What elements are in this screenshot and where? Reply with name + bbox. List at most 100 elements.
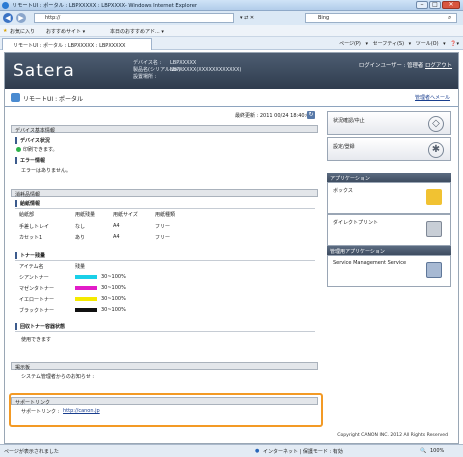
device-name-label: デバイス名 : <box>133 60 162 66</box>
address-bar: ◀ ▶ http:// ▾ ⇄ ✕ Bing ⌕ <box>0 11 463 25</box>
support-highlight-box <box>9 393 323 427</box>
star-icon[interactable]: ★ <box>3 28 7 34</box>
toner-name: ブラックトナー <box>19 308 55 314</box>
paper-cell: フリー <box>155 224 171 230</box>
device-name-value: LBPXXXXX <box>170 60 197 66</box>
refresh-icon[interactable]: ↻ <box>307 111 315 119</box>
product-value: LBPXXXXX(XXXXXXXXXXXX) <box>170 67 242 73</box>
toner-level: 30~100% <box>101 274 126 280</box>
maximize-button[interactable]: □ <box>429 1 441 9</box>
mgmt-apps-heading: 管理用アプリケーション <box>327 246 451 255</box>
settings-icon: ✱ <box>428 142 444 158</box>
consumables-heading: 消耗品情報 <box>11 189 318 198</box>
paper-cell: あり <box>75 235 86 241</box>
canon-header: Satera デバイス名 : LBPXXXXX 製品名(シリアルNo.) :LBP… <box>5 53 458 89</box>
window-title: リモートUI : ポータル : LBPXXXXX : LBPXXXX- Wind… <box>12 3 198 9</box>
box-button[interactable]: ボックス <box>327 182 451 214</box>
toner-name: マゼンタトナー <box>19 286 55 292</box>
paper-cell: 手差しトレイ <box>19 224 50 230</box>
status-monitor-icon: ◇ <box>428 116 444 132</box>
paper-cell: なし <box>75 224 86 230</box>
toner-title: トナー残量 <box>15 252 45 259</box>
yellow-toner-bar <box>75 297 97 301</box>
address-tools-icon[interactable]: ▾ ⇄ ✕ <box>240 15 254 21</box>
page-title: リモートUI : ポータル <box>23 96 83 103</box>
command-menu[interactable]: ページ(P) ▾ セーフティ(S) ▾ ツール(O) ▾ ❓▾ <box>339 40 459 47</box>
copyright: Copyright CANON INC. 2012 All Rights Res… <box>337 433 448 438</box>
divider <box>15 208 315 209</box>
paper-cell: A4 <box>113 223 120 229</box>
cyan-toner-bar <box>75 275 97 279</box>
zoom-level[interactable]: 100% <box>430 448 444 454</box>
device-status-title: デバイス状況 <box>15 137 50 144</box>
sms-button[interactable]: Service Management Service <box>327 255 451 287</box>
minimize-button[interactable]: – <box>416 1 428 9</box>
favorites-bar: ★ お気に入り おすすめサイト ▾ 本日のおすすめアド... ▾ <box>0 25 463 37</box>
search-icon[interactable]: ⌕ <box>448 14 451 22</box>
close-button[interactable]: ✕ <box>442 1 460 9</box>
paper-cell: A4 <box>113 234 120 240</box>
page-content: Satera デバイス名 : LBPXXXXX 製品名(シリアルNo.) :LBP… <box>4 52 459 444</box>
divider <box>15 331 315 332</box>
back-icon[interactable]: ◀ <box>3 13 13 23</box>
device-info-header: デバイス名 : LBPXXXXX 製品名(シリアルNo.) :LBPXXXXX(X… <box>133 60 241 81</box>
logout-link[interactable]: ログアウト <box>425 63 452 69</box>
device-info-heading: デバイス基本情報 <box>11 125 318 134</box>
login-info: ログインユーザー : 管理者 ログアウト <box>359 61 452 69</box>
paper-header-source: 給紙部 <box>19 212 35 218</box>
security-zone[interactable]: インターネット | 保護モード : 有効 <box>263 448 343 455</box>
zoom-icon: 🔍 <box>420 448 427 454</box>
error-info-title: エラー情報 <box>15 157 45 164</box>
notice-text: システム管理者からのお知らせ : <box>21 374 95 380</box>
status-monitor-button[interactable]: 状況確認/中止 ◇ <box>327 111 451 135</box>
error-info-text: エラーはありません。 <box>21 168 71 174</box>
browser-tab[interactable]: リモートUI : ポータル : LBPXXXXX : LBPXXXXX <box>2 38 152 50</box>
portal-subheader: リモートUI : ポータル 管理者へメール <box>5 89 458 107</box>
favorites-button[interactable]: お気に入り <box>10 28 35 35</box>
paper-header-size: 用紙サイズ <box>113 212 138 218</box>
paper-cell: フリー <box>155 235 171 241</box>
direct-print-label: ダイレクトプリント <box>333 220 379 226</box>
paper-header-remaining: 用紙残量 <box>75 212 96 218</box>
settings-button[interactable]: 設定/登録 ✱ <box>327 137 451 161</box>
toner-header-item: アイテム名 <box>19 264 44 270</box>
last-updated: 最終更新 : 2011 00/24 18:40:00 <box>235 113 313 119</box>
location-label: 設置場所 : <box>133 74 157 80</box>
settings-label: 設定/登録 <box>333 144 355 150</box>
fav-item-recommended[interactable]: おすすめサイト ▾ <box>46 28 85 35</box>
waste-toner-title: 回収トナー容器状態 <box>15 323 65 330</box>
search-input[interactable]: Bing <box>305 13 457 23</box>
ie-icon <box>2 2 9 9</box>
command-bar: リモートUI : ポータル : LBPXXXXX : LBPXXXXX ページ(… <box>0 37 463 50</box>
status-text: ページが表示されました <box>4 449 59 455</box>
status-bar: ページが表示されました ● インターネット | 保護モード : 有効 🔍 100… <box>0 444 463 457</box>
notice-heading: 掲示板 <box>11 362 318 371</box>
url-input[interactable]: http:// <box>34 13 234 23</box>
forward-icon[interactable]: ▶ <box>16 13 26 23</box>
status-monitor-label: 状況確認/中止 <box>333 118 365 124</box>
remote-ui-icon <box>11 93 20 102</box>
product-label: 製品名(シリアルNo.) : <box>133 67 184 73</box>
box-icon <box>426 189 442 205</box>
paper-cell: カセット1 <box>19 235 43 241</box>
direct-print-button[interactable]: ダイレクトプリント <box>327 214 451 246</box>
black-toner-bar <box>75 308 97 312</box>
toner-level: 30~100% <box>101 307 126 313</box>
toner-header-level: 残量 <box>75 264 86 270</box>
apps-heading: アプリケーション <box>327 173 451 182</box>
divider <box>15 260 315 261</box>
magenta-toner-bar <box>75 286 97 290</box>
mail-admin-link[interactable]: 管理者へメール <box>415 94 450 101</box>
toner-level: 30~100% <box>101 296 126 302</box>
monitor-icon <box>426 262 442 278</box>
status-ok-icon <box>16 147 21 152</box>
toner-name: イエロートナー <box>19 297 54 303</box>
toner-name: シアントナー <box>19 275 49 281</box>
box-label: ボックス <box>333 188 353 194</box>
paper-header-type: 用紙種類 <box>155 212 176 218</box>
waste-toner-text: 使用できます <box>21 337 52 343</box>
sms-label: Service Management Service <box>333 260 407 266</box>
window-title-bar: リモートUI : ポータル : LBPXXXXX : LBPXXXX- Wind… <box>0 0 463 11</box>
globe-icon: ● <box>255 448 260 454</box>
fav-item-ad[interactable]: 本日のおすすめアド... ▾ <box>110 28 164 35</box>
